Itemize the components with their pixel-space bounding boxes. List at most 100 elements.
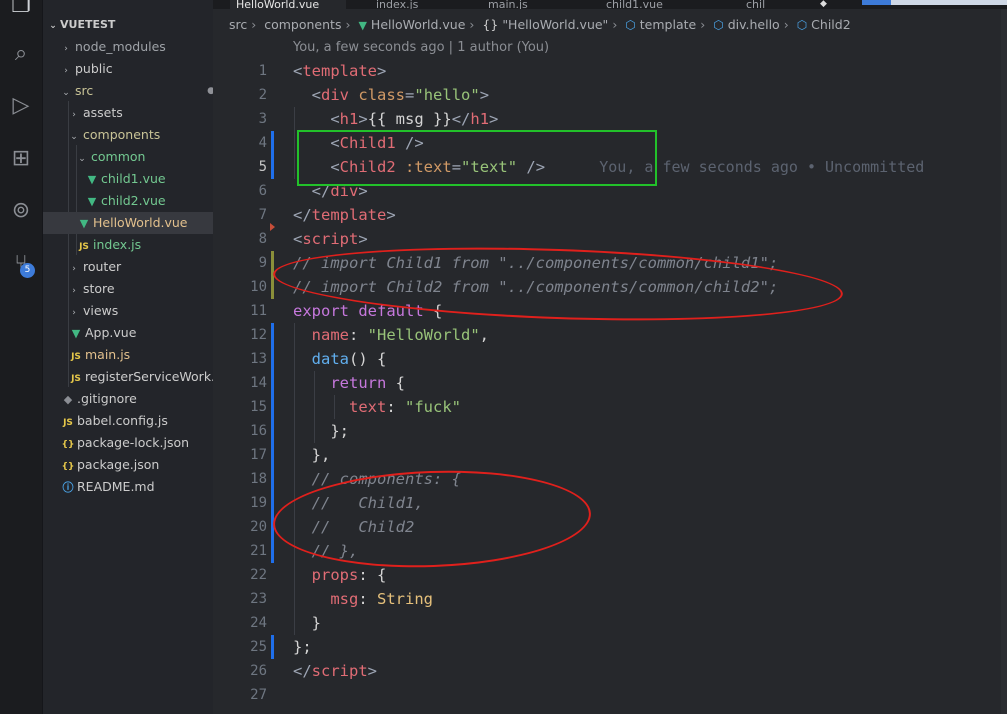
tree-item-readme[interactable]: ⓘ README.md — [43, 476, 213, 498]
tree-item-label: child1.vue — [101, 171, 166, 186]
tree-item-label: README.md — [77, 479, 155, 494]
code-line[interactable]: }; — [293, 635, 312, 659]
code-line[interactable]: text: "fuck" — [293, 395, 461, 419]
code-line[interactable]: return { — [293, 371, 405, 395]
code-line[interactable]: <div class="hello"> — [293, 83, 489, 107]
line-number: 4 — [258, 135, 267, 151]
vue-file-icon: ▼ — [87, 195, 97, 208]
code-line[interactable]: name: "HelloWorld", — [293, 323, 489, 347]
remote-icon[interactable]: ⊚ — [5, 195, 37, 227]
tree-item-package-json[interactable]: {} package.json — [43, 454, 213, 476]
extensions-icon[interactable]: ⊞ — [5, 143, 37, 175]
chevron-right-icon: › — [72, 110, 76, 120]
tree-item-store[interactable]: › store — [43, 278, 213, 300]
line-number: 16 — [250, 423, 267, 439]
line-number: 11 — [250, 303, 267, 319]
breadcrumb-item[interactable]: src — [229, 17, 247, 32]
tree-item-public[interactable]: › public — [43, 58, 213, 80]
breadcrumb-separator-icon: › — [700, 17, 706, 32]
code-line[interactable]: </div> — [293, 179, 368, 203]
tab-helloworld-vue[interactable]: HelloWorld.vue — [230, 0, 346, 9]
explorer-project-header[interactable]: ⌄ VUETEST — [43, 15, 213, 35]
code-line[interactable]: <template> — [293, 59, 386, 83]
code-line[interactable]: // }, — [293, 539, 359, 563]
tree-item-common[interactable]: ⌄common ● — [43, 146, 213, 168]
breadcrumb-separator-icon: › — [469, 17, 475, 32]
tree-item-index-js[interactable]: JSindex.js U — [43, 234, 213, 256]
codelens-blame[interactable]: You, a few seconds ago | 1 author (You) — [293, 40, 549, 55]
tree-item-child2-vue[interactable]: ▼child2.vue U — [43, 190, 213, 212]
run-debug-icon[interactable]: ▷ — [5, 90, 37, 122]
code-token: < — [330, 134, 340, 152]
code-line[interactable]: } — [293, 611, 321, 635]
tab-child1-vue[interactable]: child1.vue — [600, 0, 716, 9]
tab-child[interactable]: chil — [740, 0, 816, 9]
code-token: Child2 — [339, 158, 396, 176]
tree-item-label: node_modules — [75, 39, 166, 54]
chevron-right-icon: › — [72, 264, 76, 274]
code-line[interactable]: export default { — [293, 299, 442, 323]
tree-item-package-lock[interactable]: {} package-lock.json — [43, 432, 213, 454]
editor-actions-icon[interactable]: ◆ — [820, 0, 827, 9]
code-line[interactable]: </template> — [293, 203, 396, 227]
code-token: </ — [451, 110, 471, 128]
vertical-scrollbar[interactable] — [1001, 9, 1007, 714]
code-line[interactable]: props: { — [293, 563, 387, 587]
line-number: 24 — [250, 615, 267, 631]
files-icon[interactable]: ❐ — [5, 0, 37, 22]
tree-item-child1-vue[interactable]: ▼child1.vue U — [43, 168, 213, 190]
code-token: text — [349, 398, 387, 416]
code-line[interactable]: // Child2 — [293, 515, 415, 539]
tree-item-src[interactable]: ⌄ src ● — [43, 80, 213, 102]
code-line[interactable]: }, — [293, 443, 331, 467]
breadcrumb-item[interactable]: HelloWorld.vue — [371, 17, 466, 32]
code-token: // components: { — [311, 470, 461, 488]
code-line[interactable]: <h1>{{ msg }}</h1> — [293, 107, 498, 131]
code-line[interactable]: // import Child1 from "../components/com… — [293, 251, 778, 275]
tree-item-register-service-worker[interactable]: JS registerServiceWork... — [43, 366, 213, 388]
tree-item-assets[interactable]: › assets — [43, 102, 213, 124]
code-token: "text" — [461, 158, 518, 176]
breadcrumb-item[interactable]: Child2 — [811, 17, 850, 32]
code-line[interactable]: data() { — [293, 347, 387, 371]
tree-item-node-modules[interactable]: › node_modules — [43, 36, 213, 58]
tree-item-helloworld-vue[interactable]: ▼HelloWorld.vue M — [43, 212, 213, 234]
breadcrumb-item[interactable]: components — [264, 17, 341, 32]
tree-item-label: views — [83, 303, 119, 318]
breadcrumb-item[interactable]: div.hello — [728, 17, 780, 32]
tree-item-components[interactable]: ⌄components ● — [43, 124, 213, 146]
code-line[interactable]: <Child1 /> — [293, 131, 423, 155]
code-line[interactable]: // Child1, — [293, 491, 424, 515]
code-line[interactable]: msg: String — [293, 587, 433, 611]
code-token: {{ msg }} — [367, 110, 452, 128]
code-line[interactable]: <Child2 :text="text" /> You, a few secon… — [293, 155, 924, 179]
code-line[interactable]: // components: { — [293, 467, 461, 491]
tree-item-gitignore[interactable]: ◆ .gitignore — [43, 388, 213, 410]
tree-item-router[interactable]: › router — [43, 256, 213, 278]
code-line[interactable]: }; — [293, 419, 349, 443]
code-line[interactable]: <script> — [293, 227, 368, 251]
tab-main-js[interactable]: main.js — [482, 0, 578, 9]
code-line[interactable]: </script> — [293, 659, 377, 683]
code-editor[interactable]: src › components › ▼ HelloWorld.vue › {} "Hel… — [213, 9, 1007, 714]
code-token: : — [358, 590, 377, 608]
tree-item-babel-config[interactable]: JS babel.config.js — [43, 410, 213, 432]
line-number: 10 — [250, 279, 267, 295]
code-token: // import Child1 from "../components/com… — [293, 254, 779, 272]
code-token: "hello" — [414, 86, 480, 104]
code-line[interactable]: // import Child2 from "../components/com… — [293, 275, 778, 299]
tree-item-app-vue[interactable]: ▼ App.vue — [43, 322, 213, 344]
breadcrumb-separator-icon: › — [783, 17, 789, 32]
breadcrumb-item[interactable]: "HelloWorld.vue" — [502, 17, 608, 32]
breadcrumb-item[interactable]: template — [640, 17, 696, 32]
search-icon[interactable]: ⌕ — [5, 38, 37, 70]
tree-item-views[interactable]: › views — [43, 300, 213, 322]
tab-index-js[interactable]: index.js — [370, 0, 466, 9]
tree-item-main-js[interactable]: JSmain.js M — [43, 344, 213, 366]
